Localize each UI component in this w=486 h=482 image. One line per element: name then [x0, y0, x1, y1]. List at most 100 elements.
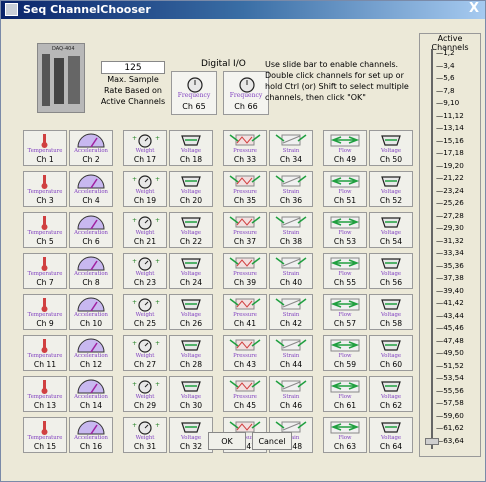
flow-icon — [324, 296, 366, 313]
channel-button[interactable]: Acceleration Ch 8 — [69, 253, 113, 289]
channel-button[interactable]: + + Weight Ch 29 — [123, 376, 167, 412]
slider-tick-label: —63,64 — [436, 435, 464, 445]
channel-button[interactable]: Temperature Ch 5 — [23, 212, 67, 248]
channel-button[interactable]: Voltage Ch 32 — [169, 417, 213, 453]
voltage-icon — [170, 378, 212, 395]
channel-button[interactable]: Pressure Ch 35 — [223, 171, 267, 207]
channel-button[interactable]: Voltage Ch 52 — [369, 171, 413, 207]
channel-button[interactable]: Flow Ch 51 — [323, 171, 367, 207]
channel-type-label: Temperature — [27, 148, 63, 154]
channel-button[interactable]: Strain Ch 42 — [269, 294, 313, 330]
digital-io-channel-button[interactable]: Frequency Ch 66 — [223, 71, 269, 115]
channel-button[interactable]: Pressure Ch 37 — [223, 212, 267, 248]
channel-type-label: Flow — [338, 230, 352, 236]
channel-button[interactable]: Flow Ch 53 — [323, 212, 367, 248]
close-button[interactable]: X — [467, 2, 481, 16]
channel-button[interactable]: Flow Ch 61 — [323, 376, 367, 412]
channel-button[interactable]: Acceleration Ch 6 — [69, 212, 113, 248]
channel-type-label: Acceleration — [74, 312, 108, 318]
thermometer-icon — [24, 214, 66, 231]
channel-button[interactable]: + + Weight Ch 25 — [123, 294, 167, 330]
channel-button[interactable]: Strain Ch 36 — [269, 171, 313, 207]
channel-label: Ch 25 — [133, 319, 157, 328]
channel-button[interactable]: Pressure Ch 33 — [223, 130, 267, 166]
channel-label: Ch 28 — [179, 360, 203, 369]
channel-button[interactable]: Voltage Ch 22 — [169, 212, 213, 248]
channel-button[interactable]: Flow Ch 49 — [323, 130, 367, 166]
channel-button[interactable]: Pressure Ch 41 — [223, 294, 267, 330]
channel-type-label: Flow — [338, 394, 352, 400]
channel-button[interactable]: Acceleration Ch 16 — [69, 417, 113, 453]
channel-button[interactable]: + + Weight Ch 27 — [123, 335, 167, 371]
gauge-icon — [70, 378, 112, 395]
channel-button[interactable]: + + Weight Ch 31 — [123, 417, 167, 453]
ok-button[interactable]: OK — [208, 432, 246, 450]
svg-text:+: + — [132, 340, 137, 347]
channel-button[interactable]: Temperature Ch 1 — [23, 130, 67, 166]
channel-button[interactable]: Voltage Ch 20 — [169, 171, 213, 207]
voltage-icon — [370, 337, 412, 354]
svg-text:+: + — [132, 299, 137, 306]
channel-button[interactable]: Voltage Ch 18 — [169, 130, 213, 166]
channel-button[interactable]: Acceleration Ch 4 — [69, 171, 113, 207]
pressure-icon — [224, 337, 266, 354]
cancel-button[interactable]: Cancel — [252, 432, 292, 450]
channel-button[interactable]: Acceleration Ch 10 — [69, 294, 113, 330]
channel-button[interactable]: Voltage Ch 30 — [169, 376, 213, 412]
channel-button[interactable]: Strain Ch 40 — [269, 253, 313, 289]
channel-button[interactable]: Voltage Ch 26 — [169, 294, 213, 330]
channel-button[interactable]: Temperature Ch 9 — [23, 294, 67, 330]
channel-button[interactable]: Voltage Ch 56 — [369, 253, 413, 289]
channel-button[interactable]: Voltage Ch 24 — [169, 253, 213, 289]
slider-tick-label: —47,48 — [436, 335, 464, 345]
channel-button[interactable]: Voltage Ch 64 — [369, 417, 413, 453]
channel-button[interactable]: + + Weight Ch 23 — [123, 253, 167, 289]
channel-button[interactable]: Strain Ch 38 — [269, 212, 313, 248]
active-channels-slider-track[interactable] — [431, 49, 433, 449]
gauge-icon — [70, 255, 112, 272]
channel-button[interactable]: + + Weight Ch 17 — [123, 130, 167, 166]
thermometer-icon — [24, 378, 66, 395]
channel-button[interactable]: Voltage Ch 50 — [369, 130, 413, 166]
channel-button[interactable]: Voltage Ch 62 — [369, 376, 413, 412]
channel-button[interactable]: Strain Ch 44 — [269, 335, 313, 371]
channel-button[interactable]: Strain Ch 46 — [269, 376, 313, 412]
channel-button[interactable]: Acceleration Ch 12 — [69, 335, 113, 371]
channel-button[interactable]: Flow Ch 57 — [323, 294, 367, 330]
channel-button[interactable]: Pressure Ch 43 — [223, 335, 267, 371]
channel-button[interactable]: Acceleration Ch 2 — [69, 130, 113, 166]
channel-type-label: Flow — [338, 353, 352, 359]
channel-button[interactable]: Temperature Ch 7 — [23, 253, 67, 289]
channel-button[interactable]: Voltage Ch 54 — [369, 212, 413, 248]
channel-button[interactable]: Flow Ch 59 — [323, 335, 367, 371]
weight-icon: + + — [124, 255, 166, 272]
channel-type-label: Weight — [135, 148, 155, 154]
channel-type-label: Strain — [282, 230, 300, 236]
pressure-icon — [224, 214, 266, 231]
channel-button[interactable]: Voltage Ch 58 — [369, 294, 413, 330]
channel-button[interactable]: Acceleration Ch 14 — [69, 376, 113, 412]
channel-button[interactable]: Temperature Ch 11 — [23, 335, 67, 371]
channel-button[interactable]: + + Weight Ch 21 — [123, 212, 167, 248]
channel-type-label: Voltage — [180, 271, 202, 277]
channel-button[interactable]: + + Weight Ch 19 — [123, 171, 167, 207]
channel-button[interactable]: Temperature Ch 15 — [23, 417, 67, 453]
digital-io-channel-button[interactable]: Frequency Ch 65 — [171, 71, 217, 115]
active-channels-slider-thumb[interactable] — [425, 438, 439, 445]
channel-button[interactable]: Flow Ch 63 — [323, 417, 367, 453]
channel-button[interactable]: Voltage Ch 28 — [169, 335, 213, 371]
channel-button[interactable]: Strain Ch 34 — [269, 130, 313, 166]
channel-button[interactable]: Flow Ch 55 — [323, 253, 367, 289]
channel-button[interactable]: Voltage Ch 60 — [369, 335, 413, 371]
channel-button[interactable]: Pressure Ch 45 — [223, 376, 267, 412]
gauge-icon — [70, 419, 112, 436]
pressure-icon — [224, 255, 266, 272]
frequency-icon — [172, 74, 216, 94]
channel-button[interactable]: Temperature Ch 3 — [23, 171, 67, 207]
channel-label: Ch 8 — [82, 278, 100, 287]
channel-button[interactable]: Pressure Ch 39 — [223, 253, 267, 289]
channel-label: Ch 52 — [379, 196, 403, 205]
channel-button[interactable]: Temperature Ch 13 — [23, 376, 67, 412]
title-bar[interactable]: Seq ChannelChooser X — [1, 1, 485, 19]
channel-type-label: Pressure — [233, 230, 257, 236]
